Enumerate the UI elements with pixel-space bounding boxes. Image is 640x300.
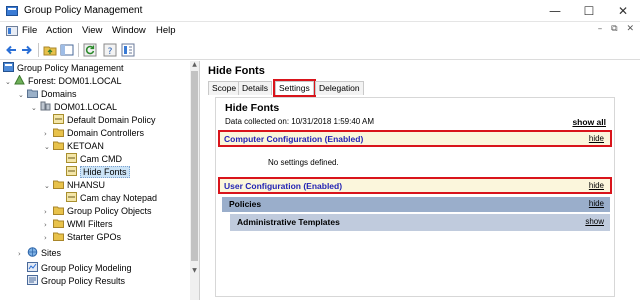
folder-icon: [53, 218, 64, 228]
tree-item-domains[interactable]: ⌄ Domains: [18, 88, 77, 101]
tree-item-ketoan[interactable]: ⌄ KETOAN: [44, 140, 104, 153]
gpo-link-icon: [66, 166, 77, 176]
scroll-up-arrow-icon[interactable]: ▲: [190, 61, 199, 70]
policies-hide-link[interactable]: hide: [589, 199, 604, 208]
report-title: Hide Fonts: [225, 102, 280, 114]
ou-icon: [53, 140, 64, 150]
data-collected-text: Data collected on: 10/31/2018 1:59:40 AM: [225, 117, 374, 126]
properties-icon[interactable]: [121, 43, 135, 57]
expand-toggle[interactable]: ›: [44, 232, 53, 245]
forest-icon: [14, 74, 25, 85]
expand-toggle[interactable]: ⌄: [31, 102, 40, 115]
scroll-down-arrow-icon[interactable]: ▼: [190, 267, 199, 276]
show-hide-tree-icon[interactable]: [60, 43, 74, 57]
help-icon[interactable]: ?: [103, 43, 117, 57]
tree-item-group-policy-results[interactable]: Group Policy Results: [27, 275, 125, 288]
up-folder-icon[interactable]: [43, 43, 57, 57]
tree-item-dom01-local[interactable]: ⌄ DOM01.LOCAL: [31, 101, 117, 114]
menu-help[interactable]: Help: [156, 25, 176, 36]
tab-details[interactable]: Details: [238, 81, 272, 95]
folder-icon: [53, 231, 64, 241]
gpm-icon: [3, 62, 14, 72]
tree-item-starter-gpos[interactable]: › Starter GPOs: [44, 231, 121, 244]
tree-item-default-domain-policy[interactable]: Default Domain Policy: [53, 114, 156, 127]
expand-toggle[interactable]: ⌄: [44, 141, 53, 154]
mdi-restore-button[interactable]: ⧉: [611, 24, 617, 34]
mdi-controls: – ⧉ ✕: [592, 24, 634, 34]
svg-text:?: ?: [108, 47, 113, 57]
tree-item-domain-controllers[interactable]: › Domain Controllers: [44, 127, 144, 140]
title-bar: Group Policy Management — ☐ ✕: [0, 0, 640, 22]
tree-scrollbar[interactable]: ▲ ▼: [190, 61, 199, 300]
scrollbar-thumb[interactable]: [191, 71, 198, 261]
tab-settings[interactable]: Settings: [273, 79, 316, 97]
gpo-link-icon: [53, 114, 64, 124]
menu-bar: File Action View Window Help – ⧉ ✕: [0, 22, 640, 40]
modeling-icon: [27, 262, 38, 272]
console-icon[interactable]: [6, 25, 18, 37]
page-title: Hide Fonts: [208, 65, 265, 77]
folder-icon: [53, 205, 64, 215]
settings-report: Hide Fonts Data collected on: 10/31/2018…: [215, 97, 615, 297]
window-title: Group Policy Management: [24, 5, 143, 16]
expand-toggle[interactable]: ⌄: [18, 89, 27, 102]
tab-delegation[interactable]: Delegation: [315, 81, 364, 95]
show-all-link[interactable]: show all: [572, 117, 606, 127]
administrative-templates-show-link[interactable]: show: [585, 217, 604, 226]
domain-icon: [40, 101, 51, 111]
ou-icon: [53, 179, 64, 189]
toolbar-separator: [38, 43, 39, 57]
refresh-icon[interactable]: [83, 43, 97, 57]
details-pane: Hide Fonts Scope Details Settings Delega…: [201, 61, 640, 300]
administrative-templates-label: Administrative Templates: [237, 217, 340, 227]
console-tree: Group Policy Management ⌄ Forest: DOM01.L…: [0, 61, 200, 300]
tree-item-cam-cmd[interactable]: Cam CMD: [66, 153, 122, 166]
menu-file[interactable]: File: [22, 25, 37, 36]
tree-item-group-policy-management[interactable]: Group Policy Management: [3, 62, 124, 75]
administrative-templates-section[interactable]: Administrative Templates show: [230, 214, 610, 231]
expand-toggle[interactable]: ⌄: [44, 180, 53, 193]
user-configuration-hide-link[interactable]: hide: [589, 181, 604, 190]
toolbar: ?: [0, 40, 640, 60]
user-configuration-section[interactable]: User Configuration (Enabled) hide: [218, 177, 612, 194]
close-button[interactable]: ✕: [606, 0, 640, 22]
maximize-button[interactable]: ☐: [572, 0, 606, 22]
computer-configuration-hide-link[interactable]: hide: [589, 134, 604, 143]
no-settings-text: No settings defined.: [268, 158, 339, 167]
domains-folder-icon: [27, 88, 38, 98]
toolbar-separator: [78, 43, 79, 57]
tree-item-hide-fonts[interactable]: Hide Fonts: [66, 166, 130, 179]
tree-item-wmi-filters[interactable]: › WMI Filters: [44, 218, 113, 231]
tree-item-forest[interactable]: ⌄ Forest: DOM01.LOCAL: [5, 74, 122, 89]
menu-action[interactable]: Action: [46, 25, 72, 36]
menu-window[interactable]: Window: [112, 25, 146, 36]
forward-arrow-icon[interactable]: [20, 43, 34, 57]
back-arrow-icon[interactable]: [4, 43, 18, 57]
mdi-close-button[interactable]: ✕: [626, 24, 634, 34]
computer-configuration-section[interactable]: Computer Configuration (Enabled) hide: [218, 130, 612, 147]
gpo-link-icon: [66, 192, 77, 202]
ou-icon: [53, 127, 64, 137]
tree-item-cam-chay-notepad[interactable]: Cam chay Notepad: [66, 192, 157, 205]
policies-section[interactable]: Policies hide: [222, 197, 610, 212]
tree-item-sites[interactable]: › Sites: [18, 247, 61, 260]
policies-label: Policies: [229, 199, 262, 209]
computer-configuration-label[interactable]: Computer Configuration (Enabled): [224, 134, 363, 144]
tree-item-group-policy-objects[interactable]: › Group Policy Objects: [44, 205, 152, 218]
menu-view[interactable]: View: [82, 25, 102, 36]
minimize-button[interactable]: —: [538, 0, 572, 22]
user-configuration-label[interactable]: User Configuration (Enabled): [224, 181, 342, 191]
gpm-app-icon: [6, 6, 18, 16]
sites-icon: [27, 247, 38, 257]
tree-item-nhansu[interactable]: ⌄ NHANSU: [44, 179, 105, 192]
mdi-minimize-button[interactable]: –: [598, 24, 603, 34]
results-icon: [27, 275, 38, 285]
tab-scope[interactable]: Scope: [208, 81, 241, 95]
expand-toggle[interactable]: ›: [18, 248, 27, 261]
expand-toggle[interactable]: ⌄: [5, 76, 14, 89]
gpo-link-icon: [66, 153, 77, 163]
tree-item-group-policy-modeling[interactable]: Group Policy Modeling: [27, 262, 132, 275]
